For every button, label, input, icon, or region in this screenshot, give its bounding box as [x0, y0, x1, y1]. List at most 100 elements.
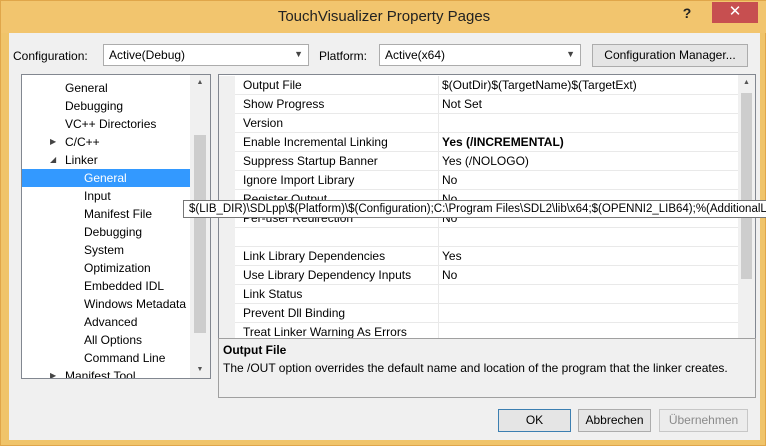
tree-item[interactable]: Input — [22, 187, 190, 205]
property-row[interactable]: Link Library Dependencies Yes — [219, 247, 739, 266]
title-bar[interactable]: TouchVisualizer Property Pages ? ✕ — [1, 1, 766, 33]
configuration-manager-button[interactable]: Configuration Manager... — [592, 44, 748, 67]
property-value[interactable] — [442, 228, 738, 247]
tree-item[interactable]: Windows Metadata — [22, 295, 190, 313]
tree-item[interactable]: General — [22, 79, 190, 97]
property-row[interactable]: Ignore Import Library No — [219, 171, 739, 190]
tree-item[interactable]: VC++ Directories — [22, 115, 190, 133]
property-name: Enable Incremental Linking — [243, 133, 439, 152]
tree-item[interactable]: ▶ C/C++ — [22, 133, 190, 151]
property-value[interactable]: No — [442, 266, 738, 285]
tree-item[interactable]: General — [22, 169, 190, 187]
property-name: Link Library Dependencies — [243, 247, 439, 266]
tree-item[interactable]: Optimization — [22, 259, 190, 277]
apply-button[interactable]: Übernehmen — [659, 409, 748, 432]
row-margin — [219, 285, 235, 304]
property-value[interactable] — [442, 285, 738, 304]
tree-item[interactable]: Advanced — [22, 313, 190, 331]
row-margin — [219, 133, 235, 152]
tree-scroll-thumb[interactable] — [194, 135, 206, 333]
property-value[interactable] — [442, 114, 738, 133]
expand-icon[interactable]: ▶ — [50, 133, 56, 151]
tree-item-label: Optimization — [84, 261, 151, 275]
tree-item-label: General — [65, 81, 108, 95]
tree-item[interactable]: Debugging — [22, 223, 190, 241]
chevron-down-icon: ▼ — [566, 49, 575, 59]
property-row[interactable]: Output File $(OutDir)$(TargetName)$(Targe… — [219, 76, 739, 95]
property-value[interactable]: $(OutDir)$(TargetName)$(TargetExt) — [442, 76, 738, 95]
tree-item[interactable]: Command Line — [22, 349, 190, 367]
row-margin — [219, 247, 235, 266]
property-row[interactable]: Suppress Startup Banner Yes (/NOLOGO) — [219, 152, 739, 171]
row-margin — [219, 95, 235, 114]
tree-item-label: Linker — [65, 153, 98, 167]
property-row[interactable] — [219, 228, 739, 247]
tree-item-label: All Options — [84, 333, 143, 347]
row-margin — [219, 152, 235, 171]
window-title: TouchVisualizer Property Pages — [277, 8, 491, 25]
configuration-value: Active(Debug) — [109, 48, 186, 62]
property-value[interactable]: Yes (/INCREMENTAL) — [442, 133, 738, 152]
row-margin — [219, 304, 235, 323]
description-panel: Output File The /OUT option overrides th… — [218, 338, 756, 398]
property-grid[interactable]: Output File $(OutDir)$(TargetName)$(Targe… — [218, 74, 756, 364]
property-value[interactable]: Not Set — [442, 95, 738, 114]
tree-item-label: Embedded IDL — [84, 279, 165, 293]
configuration-dropdown[interactable]: Active(Debug) ▼ — [103, 44, 309, 66]
tree-item-label: Command Line — [84, 351, 166, 365]
property-name: Version — [243, 114, 439, 133]
description-text: The /OUT option overrides the default na… — [223, 361, 728, 375]
property-value[interactable] — [442, 304, 738, 323]
property-row[interactable]: Use Library Dependency Inputs No — [219, 266, 739, 285]
property-row[interactable]: Enable Incremental Linking Yes (/INCREMEN… — [219, 133, 739, 152]
dialog-client-area: Configuration: Active(Debug) ▼ Platform:… — [9, 33, 760, 440]
property-name: Link Status — [243, 285, 439, 304]
property-row[interactable]: Version — [219, 114, 739, 133]
scroll-up-icon[interactable]: ▲ — [738, 75, 755, 91]
tree-item[interactable]: Manifest File — [22, 205, 190, 223]
row-margin — [219, 76, 235, 95]
property-value[interactable]: No — [442, 171, 738, 190]
scroll-down-icon[interactable]: ▼ — [190, 362, 210, 378]
description-title: Output File — [223, 343, 287, 357]
tree-item-label: General — [84, 171, 127, 185]
property-value[interactable]: Yes — [442, 247, 738, 266]
tree-item-label: Debugging — [65, 99, 124, 113]
grid-scroll-thumb[interactable] — [741, 93, 752, 279]
tooltip: $(LIB_DIR)\SDLpp\$(Platform)\$(Configura… — [183, 200, 766, 218]
tree-item[interactable]: All Options — [22, 331, 190, 349]
property-name — [243, 228, 439, 247]
property-pages-window: TouchVisualizer Property Pages ? ✕ Confi… — [0, 0, 766, 446]
tree-item-label: Manifest Tool — [65, 369, 136, 379]
platform-dropdown[interactable]: Active(x64) ▼ — [379, 44, 581, 66]
help-button[interactable]: ? — [676, 5, 698, 23]
collapse-icon[interactable]: ◢ — [50, 151, 56, 169]
tree-item[interactable]: ◢ Linker — [22, 151, 190, 169]
platform-label: Platform: — [319, 49, 368, 63]
row-margin — [219, 266, 235, 285]
tree-item[interactable]: Debugging — [22, 97, 190, 115]
scroll-up-icon[interactable]: ▲ — [190, 75, 210, 91]
property-name: Use Library Dependency Inputs — [243, 266, 439, 285]
tree-scrollbar[interactable]: ▲ ▼ — [190, 75, 210, 378]
property-row[interactable]: Show Progress Not Set — [219, 95, 739, 114]
close-button[interactable]: ✕ — [712, 2, 758, 23]
tree-item[interactable]: System — [22, 241, 190, 259]
expand-icon[interactable]: ▶ — [50, 367, 56, 378]
tree-item-label: System — [84, 243, 125, 257]
property-row[interactable]: Prevent Dll Binding — [219, 304, 739, 323]
tree-item[interactable]: ▶ Manifest Tool — [22, 367, 190, 379]
property-row[interactable]: Link Status — [219, 285, 739, 304]
configuration-label: Configuration: — [13, 49, 88, 63]
tree-item[interactable]: Embedded IDL — [22, 277, 190, 295]
property-tree[interactable]: General Debugging VC++ Directories ▶ C/C++ ◢ L… — [21, 74, 211, 379]
platform-value: Active(x64) — [385, 48, 446, 62]
property-value[interactable]: Yes (/NOLOGO) — [442, 152, 738, 171]
tree-item-label: VC++ Directories — [65, 117, 157, 131]
property-name: Ignore Import Library — [243, 171, 439, 190]
grid-scrollbar[interactable]: ▲ ▼ — [738, 75, 755, 363]
row-margin — [219, 171, 235, 190]
cancel-button[interactable]: Abbrechen — [578, 409, 651, 432]
ok-button[interactable]: OK — [498, 409, 571, 432]
property-name: Prevent Dll Binding — [243, 304, 439, 323]
